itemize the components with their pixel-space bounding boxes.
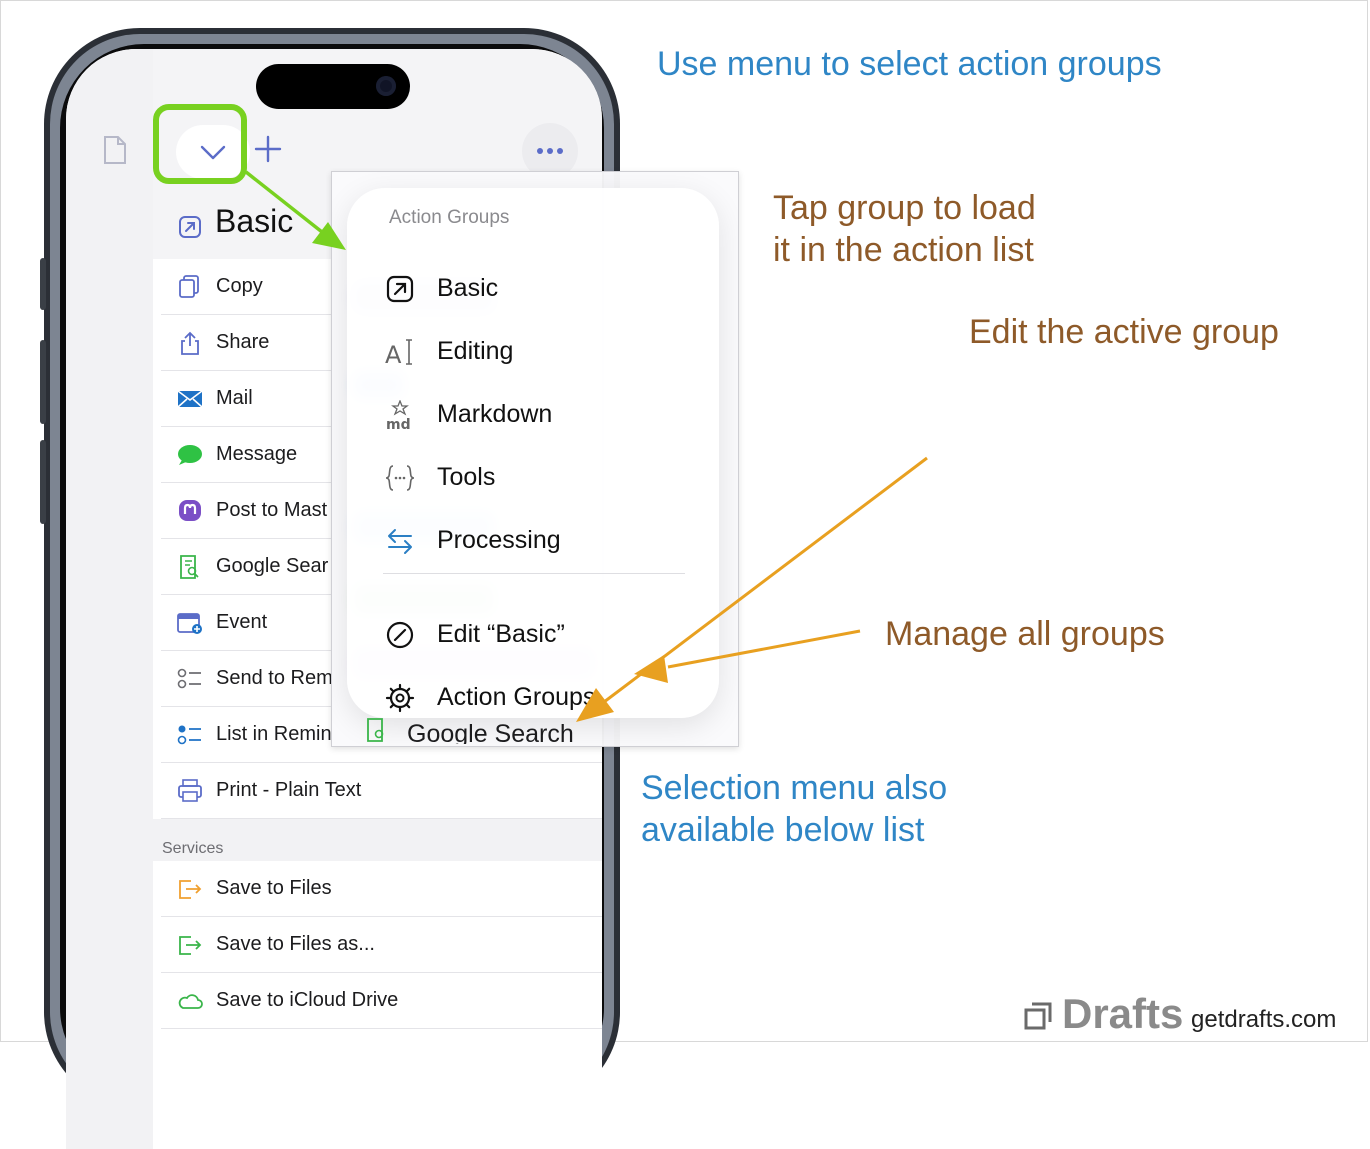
brand-url: getdrafts.com <box>1191 1006 1337 1033</box>
annotation-selection-line1: Selection menu also <box>641 769 948 807</box>
annotation-manage-all-groups: Manage all groups <box>885 615 1165 653</box>
green-arrow-line <box>244 170 324 234</box>
drafts-logo-icon <box>1024 1002 1052 1030</box>
annotation-edit-active-group: Edit the active group <box>969 313 1279 351</box>
annotation-arrows <box>244 170 928 722</box>
annotation-tap-group-line2: it in the action list <box>773 231 1034 269</box>
brand-name: Drafts <box>1062 990 1184 1037</box>
annotation-select-groups: Use menu to select action groups <box>657 45 1162 83</box>
annotation-selection-line2: available below list <box>641 811 925 849</box>
orange-arrowhead-manage <box>634 655 668 683</box>
orange-arrowhead-edit <box>576 688 614 722</box>
orange-arrow-manage-line <box>667 629 861 669</box>
annotation-tap-group-line1: Tap group to load <box>773 189 1036 227</box>
